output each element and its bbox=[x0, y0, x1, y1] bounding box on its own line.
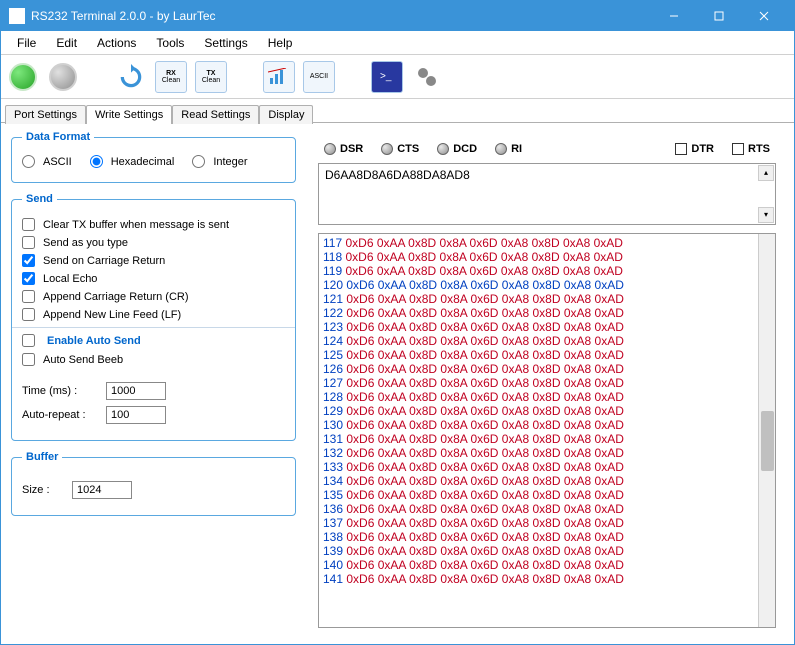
label-time: Time (ms) : bbox=[22, 385, 96, 397]
chk-auto-send-beeb[interactable]: Auto Send Beeb bbox=[22, 353, 285, 366]
scrollbar-thumb[interactable] bbox=[761, 411, 774, 471]
input-size[interactable] bbox=[72, 481, 132, 499]
chart-button[interactable] bbox=[263, 61, 295, 93]
chk-append-lf[interactable]: Append New Line Feed (LF) bbox=[22, 308, 285, 321]
input-time[interactable] bbox=[106, 382, 166, 400]
log-view[interactable]: 117 0xD6 0xAA 0x8D 0x8A 0x6D 0xA8 0x8D 0… bbox=[318, 233, 776, 628]
ascii-button[interactable]: ASCII bbox=[303, 61, 335, 93]
send-legend: Send bbox=[22, 193, 57, 205]
chk-rts[interactable]: RTS bbox=[732, 143, 770, 155]
chk-send-as-type[interactable]: Send as you type bbox=[22, 236, 285, 249]
connect-button[interactable] bbox=[7, 61, 39, 93]
barchart-icon bbox=[268, 68, 290, 86]
terminal-icon: >_ bbox=[378, 69, 396, 85]
terminal-button[interactable]: >_ bbox=[371, 61, 403, 93]
power-icon bbox=[9, 63, 37, 91]
send-group: Send Clear TX buffer when message is sen… bbox=[11, 193, 296, 441]
buffer-group: Buffer Size : bbox=[11, 451, 296, 516]
gears-icon bbox=[413, 65, 441, 89]
menu-actions[interactable]: Actions bbox=[87, 33, 146, 53]
maximize-button[interactable] bbox=[696, 1, 741, 31]
menu-settings[interactable]: Settings bbox=[194, 33, 257, 53]
chk-append-cr[interactable]: Append Carriage Return (CR) bbox=[22, 290, 285, 303]
minimize-button[interactable] bbox=[651, 1, 696, 31]
chk-enable-auto-send[interactable]: Enable Auto Send bbox=[22, 334, 285, 347]
refresh-button[interactable] bbox=[115, 61, 147, 93]
send-input-text: D6AA8D8A6DA88DA8AD8 bbox=[325, 168, 470, 182]
led-icon bbox=[437, 143, 449, 155]
app-icon bbox=[9, 8, 25, 24]
chk-dtr[interactable]: DTR bbox=[675, 143, 714, 155]
radio-int[interactable]: Integer bbox=[192, 155, 247, 168]
scroll-up-icon[interactable]: ▴ bbox=[758, 165, 774, 181]
close-button[interactable] bbox=[741, 1, 786, 31]
led-icon bbox=[495, 143, 507, 155]
scroll-down-icon[interactable]: ▾ bbox=[758, 207, 774, 223]
right-panel: DSR CTS DCD RI DTR RTS D6AA8D8A6DA88DA8A… bbox=[306, 123, 794, 644]
window-title: RS232 Terminal 2.0.0 - by LaurTec bbox=[31, 9, 651, 23]
tab-display[interactable]: Display bbox=[259, 105, 313, 124]
led-cts: CTS bbox=[381, 143, 419, 155]
menu-edit[interactable]: Edit bbox=[46, 33, 87, 53]
data-format-group: Data Format ASCII Hexadecimal Integer bbox=[11, 131, 296, 183]
scrollbar[interactable] bbox=[758, 234, 775, 627]
buffer-legend: Buffer bbox=[22, 451, 62, 463]
label-autorepeat: Auto-repeat : bbox=[22, 409, 96, 421]
tx-clean-button[interactable]: TXClean bbox=[195, 61, 227, 93]
send-input[interactable]: D6AA8D8A6DA88DA8AD8 ▴ ▾ bbox=[318, 163, 776, 225]
settings-gear-button[interactable] bbox=[411, 61, 443, 93]
status-row: DSR CTS DCD RI DTR RTS bbox=[310, 131, 784, 161]
svg-text:>_: >_ bbox=[380, 71, 392, 82]
tab-read-settings[interactable]: Read Settings bbox=[172, 105, 259, 124]
left-panel: Data Format ASCII Hexadecimal Integer Se… bbox=[1, 123, 306, 644]
checkbox-icon bbox=[732, 143, 744, 155]
radio-ascii[interactable]: ASCII bbox=[22, 155, 72, 168]
power-off-icon bbox=[49, 63, 77, 91]
led-dcd: DCD bbox=[437, 143, 477, 155]
radio-hex[interactable]: Hexadecimal bbox=[90, 155, 175, 168]
refresh-icon bbox=[118, 64, 144, 90]
led-icon bbox=[324, 143, 336, 155]
titlebar: RS232 Terminal 2.0.0 - by LaurTec bbox=[1, 1, 794, 31]
led-icon bbox=[381, 143, 393, 155]
chk-send-on-cr[interactable]: Send on Carriage Return bbox=[22, 254, 285, 267]
log-content: 117 0xD6 0xAA 0x8D 0x8A 0x6D 0xA8 0x8D 0… bbox=[319, 234, 775, 588]
led-dsr: DSR bbox=[324, 143, 363, 155]
menu-help[interactable]: Help bbox=[258, 33, 303, 53]
led-ri: RI bbox=[495, 143, 522, 155]
tabbar: Port Settings Write Settings Read Settin… bbox=[1, 99, 794, 123]
input-autorepeat[interactable] bbox=[106, 406, 166, 424]
chk-clear-tx[interactable]: Clear TX buffer when message is sent bbox=[22, 218, 285, 231]
menu-tools[interactable]: Tools bbox=[146, 33, 194, 53]
menubar: File Edit Actions Tools Settings Help bbox=[1, 31, 794, 55]
tab-write-settings[interactable]: Write Settings bbox=[86, 105, 172, 124]
toolbar: RXClean TXClean ASCII >_ bbox=[1, 55, 794, 99]
rx-clean-button[interactable]: RXClean bbox=[155, 61, 187, 93]
ascii-label: ASCII bbox=[310, 73, 328, 80]
disconnect-button[interactable] bbox=[47, 61, 79, 93]
checkbox-icon bbox=[675, 143, 687, 155]
label-size: Size : bbox=[22, 484, 62, 496]
tab-port-settings[interactable]: Port Settings bbox=[5, 105, 86, 124]
chk-local-echo[interactable]: Local Echo bbox=[22, 272, 285, 285]
menu-file[interactable]: File bbox=[7, 33, 46, 53]
data-format-legend: Data Format bbox=[22, 131, 94, 143]
